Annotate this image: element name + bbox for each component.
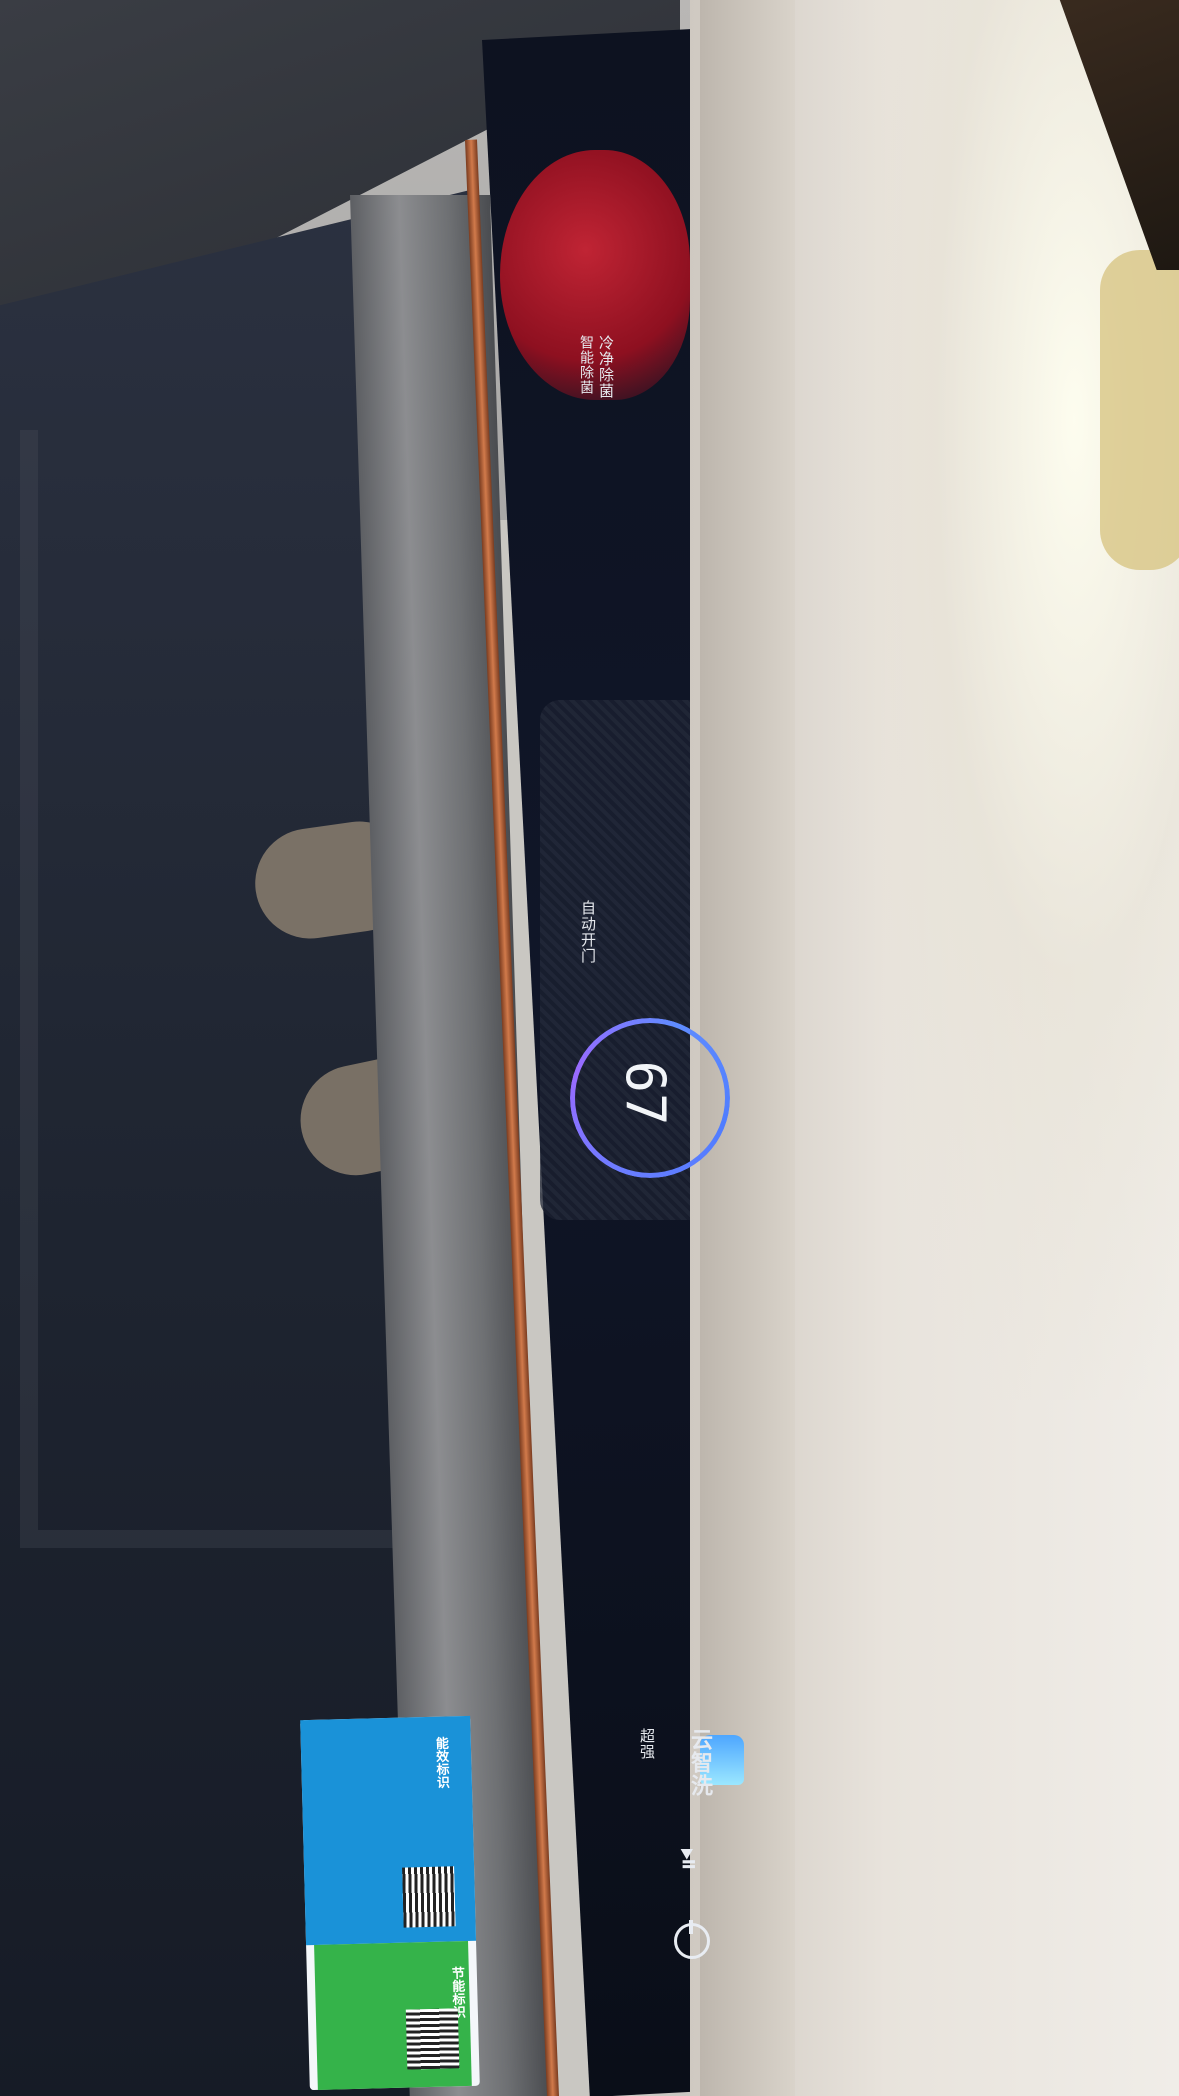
sub-mode-label[interactable]: 超强 bbox=[637, 1728, 658, 1760]
play-pause-icon[interactable]: ⏯ bbox=[672, 1848, 707, 1872]
energy-sticker: 能效标识 节能标识 bbox=[300, 1715, 480, 2091]
panel-label-smart: 智能除菌 bbox=[578, 335, 594, 395]
yellow-object bbox=[1100, 250, 1179, 570]
sticker-top-text: 能效标识 bbox=[432, 1736, 450, 1789]
temperature-readout: 67 bbox=[614, 1060, 677, 1126]
auto-open-label[interactable]: 自动开门 bbox=[578, 900, 599, 964]
barcode bbox=[402, 1866, 456, 1928]
qr-code bbox=[405, 2008, 460, 2070]
panel-label-sterilize[interactable]: 冷净除菌 bbox=[596, 335, 617, 399]
mode-label[interactable]: 云智洗 bbox=[683, 1728, 715, 1797]
power-icon[interactable] bbox=[674, 1920, 710, 1959]
appliance-photo: 冷净除菌 智能除菌 自动开门 67 云智洗 超强 ⏯ 能效标识 节能标识 bbox=[0, 0, 1179, 2096]
plastic-wrap bbox=[830, 0, 1179, 1400]
